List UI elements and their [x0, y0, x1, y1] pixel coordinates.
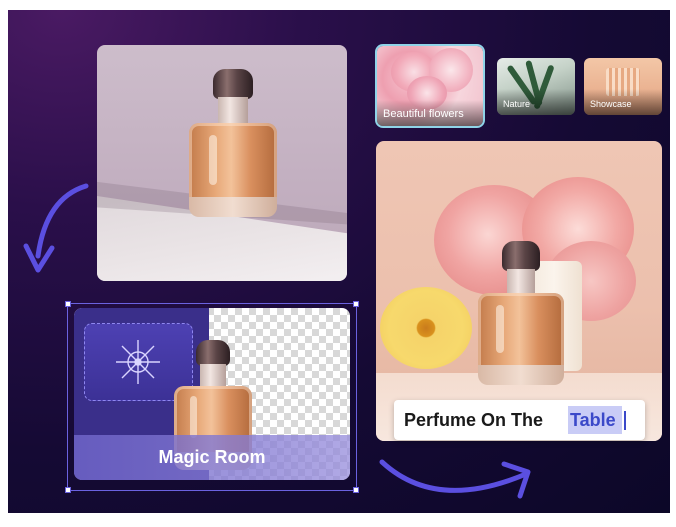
text-cursor [624, 411, 626, 430]
result-photo[interactable] [376, 141, 662, 441]
caption-text: Perfume On The [404, 410, 544, 430]
caption-input[interactable]: Perfume On The Table [394, 400, 645, 440]
resize-handle[interactable] [353, 487, 359, 493]
thumbnail-showcase[interactable]: Showcase [584, 58, 662, 115]
resize-handle[interactable] [65, 301, 71, 307]
thumbnail-beautiful-flowers[interactable]: Beautiful flowers [375, 44, 485, 128]
magic-room-card[interactable]: Magic Room [74, 308, 350, 480]
curved-arrow-down-icon [23, 183, 89, 273]
resize-handle[interactable] [353, 301, 359, 307]
curved-arrow-right-icon [379, 459, 531, 499]
yellow-flower [380, 287, 472, 369]
magic-room-label: Magic Room [158, 447, 266, 467]
perfume-bottle [189, 69, 277, 219]
thumbnail-label: Showcase [590, 99, 632, 109]
magic-room-label-bar: Magic Room [74, 435, 350, 480]
thumbnail-label: Beautiful flowers [383, 108, 464, 120]
source-photo[interactable] [97, 45, 347, 281]
hero-canvas: Beautiful flowers Nature Showcase Perfum… [8, 10, 670, 513]
caption-highlighted-text: Table [568, 406, 622, 434]
perfume-bottle [478, 241, 564, 387]
resize-handle[interactable] [65, 487, 71, 493]
thumbnail-label: Nature [503, 99, 531, 109]
thumbnail-nature[interactable]: Nature [497, 58, 575, 115]
